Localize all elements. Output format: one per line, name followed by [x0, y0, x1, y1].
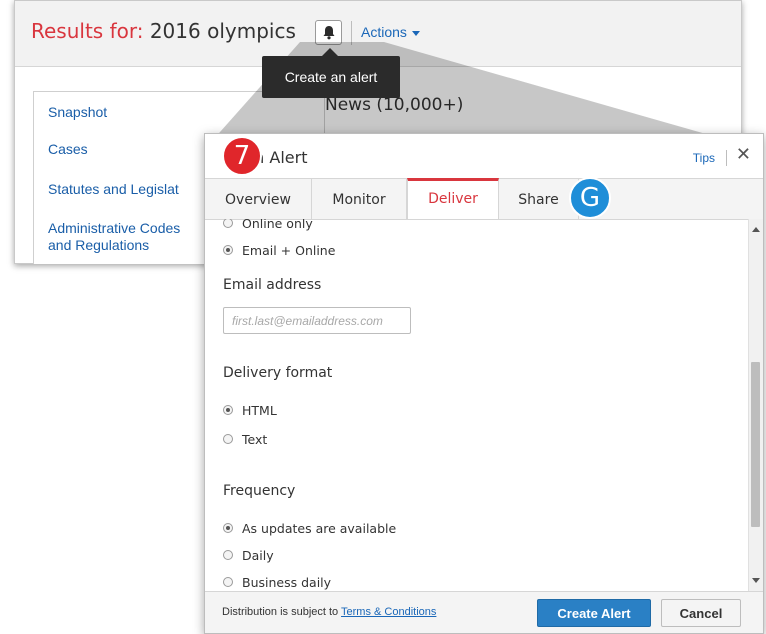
- option-business-daily[interactable]: Business daily: [223, 573, 331, 591]
- delivery-format-label: Delivery format: [223, 365, 333, 381]
- terms-link[interactable]: Terms & Conditions: [341, 606, 436, 618]
- tips-link[interactable]: Tips: [693, 151, 715, 165]
- tab-deliver[interactable]: Deliver: [407, 178, 499, 219]
- tab-monitor[interactable]: Monitor: [312, 179, 407, 219]
- dialog-body: Online only Email + Online Email address…: [205, 219, 748, 591]
- radio-email-online[interactable]: [223, 245, 233, 255]
- option-html[interactable]: HTML: [223, 401, 277, 419]
- radio-daily[interactable]: [223, 550, 233, 560]
- scroll-up-arrow-icon[interactable]: [752, 227, 760, 232]
- option-as-updates[interactable]: As updates are available: [223, 519, 396, 537]
- option-label: HTML: [242, 402, 277, 418]
- create-alert-tooltip: Create an alert: [262, 56, 400, 98]
- option-label: Business daily: [242, 574, 332, 590]
- option-label: Online only: [242, 219, 313, 231]
- dialog-title-suffix: n Alert: [254, 148, 308, 167]
- create-alert-submit-button[interactable]: Create Alert: [537, 599, 651, 627]
- dialog-header: Sn Alert Tips ✕: [205, 134, 763, 178]
- email-address-label: Email address: [223, 277, 322, 293]
- radio-html[interactable]: [223, 405, 233, 415]
- close-icon[interactable]: ✕: [736, 145, 751, 165]
- option-label: Daily: [242, 547, 274, 563]
- cancel-button[interactable]: Cancel: [661, 599, 741, 627]
- option-label: As updates are available: [242, 520, 397, 536]
- header-separator: [726, 150, 727, 166]
- frequency-label: Frequency: [223, 483, 296, 499]
- radio-text[interactable]: [223, 434, 233, 444]
- option-label: Text: [242, 431, 268, 447]
- option-online-only[interactable]: Online only: [223, 219, 313, 232]
- option-label: Email + Online: [242, 242, 336, 258]
- option-daily[interactable]: Daily: [223, 546, 274, 564]
- tab-share[interactable]: Share: [499, 179, 579, 219]
- distribution-note: Distribution is subject to Terms & Condi…: [222, 606, 436, 618]
- callout-letter-badge: G: [569, 177, 611, 219]
- radio-online-only[interactable]: [223, 219, 233, 228]
- alert-dialog: Sn Alert Tips ✕ Overview Monitor Deliver…: [204, 133, 764, 634]
- option-email-online[interactable]: Email + Online: [223, 241, 335, 259]
- tooltip-arrow: [322, 48, 338, 56]
- dialog-tabs: Overview Monitor Deliver Share: [205, 178, 763, 220]
- option-text[interactable]: Text: [223, 430, 267, 448]
- tab-overview[interactable]: Overview: [205, 179, 312, 219]
- dialog-footer: Distribution is subject to Terms & Condi…: [205, 591, 763, 633]
- email-field[interactable]: [223, 307, 411, 334]
- scroll-thumb[interactable]: [751, 362, 760, 527]
- radio-business-daily[interactable]: [223, 577, 233, 587]
- dialog-scrollbar[interactable]: [748, 219, 763, 591]
- scroll-down-arrow-icon[interactable]: [752, 578, 760, 583]
- step-number-badge: 7: [222, 136, 262, 176]
- distribution-text: Distribution is subject to: [222, 606, 339, 618]
- radio-as-updates[interactable]: [223, 523, 233, 533]
